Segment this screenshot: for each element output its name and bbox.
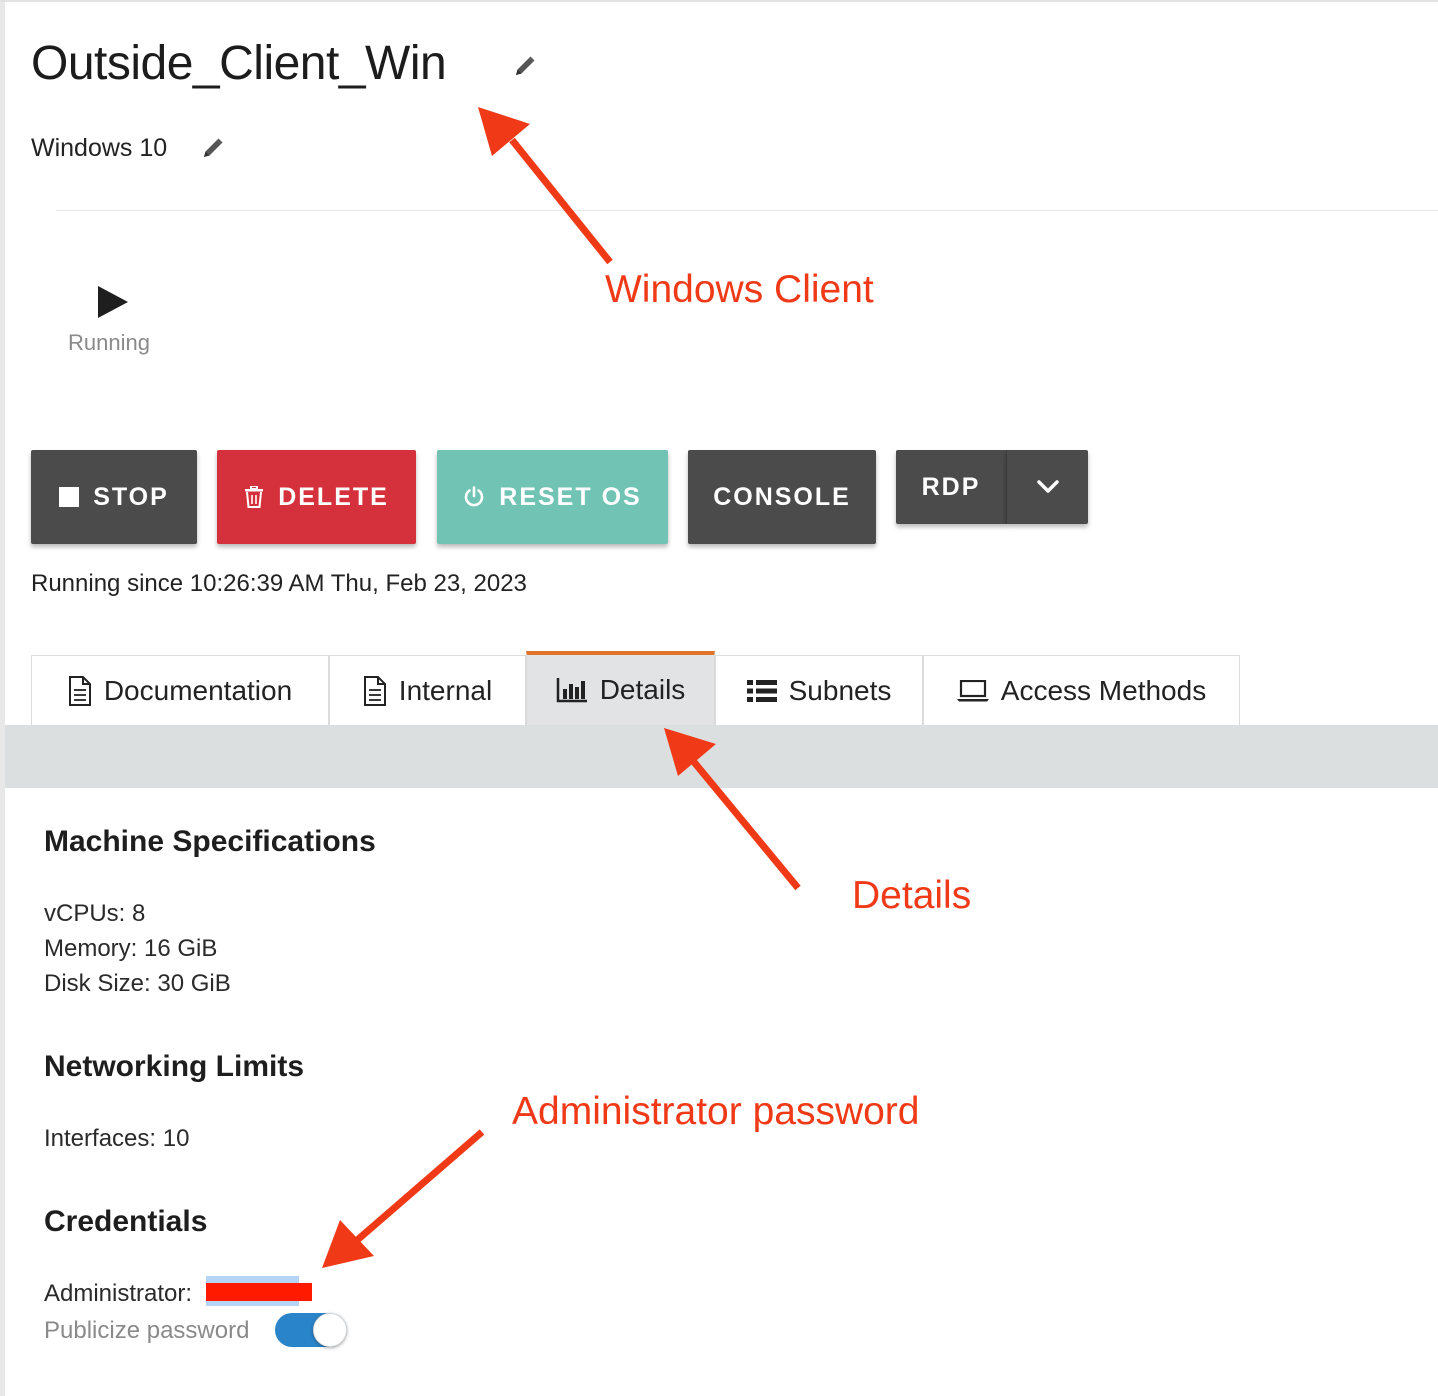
list-icon	[746, 679, 777, 703]
stop-square-icon	[59, 487, 80, 507]
running-since-text: Running since 10:26:39 AM Thu, Feb 23, 2…	[31, 570, 527, 597]
annotation-admin-password: Administrator password	[512, 1090, 920, 1133]
publicize-password-toggle[interactable]	[275, 1313, 349, 1349]
annotation-windows-client: Windows Client	[605, 268, 874, 311]
top-border	[0, 0, 1438, 2]
delete-label: DELETE	[278, 482, 389, 511]
rdp-button[interactable]: RDP	[896, 450, 1006, 524]
administrator-label: Administrator:	[44, 1280, 193, 1307]
stop-label: STOP	[93, 482, 169, 511]
tab-subnets-label: Subnets	[788, 674, 892, 706]
tab-documentation-label: Documentation	[103, 674, 293, 706]
document-icon	[363, 675, 387, 706]
edit-os-pencil-icon[interactable]	[201, 136, 225, 160]
credentials-heading: Credentials	[44, 1205, 208, 1238]
tab-details-label: Details	[599, 674, 686, 705]
reset-os-button[interactable]: RESET OS	[437, 450, 668, 544]
rdp-label: RDP	[921, 472, 981, 501]
toggle-knob	[313, 1313, 347, 1347]
play-icon	[97, 286, 129, 323]
trash-icon	[244, 486, 264, 508]
machine-name: Outside_Client_Win	[31, 37, 447, 90]
arrow-to-password	[322, 1129, 485, 1268]
interfaces-text: Interfaces: 10	[44, 1125, 190, 1152]
reset-os-label: RESET OS	[499, 482, 642, 511]
tab-details[interactable]: Details	[526, 651, 715, 725]
document-icon	[68, 675, 92, 706]
annotation-details: Details	[852, 874, 972, 917]
memory-text: Memory: 16 GiB	[44, 935, 218, 962]
tab-documentation[interactable]: Documentation	[31, 655, 329, 725]
tab-internal-label: Internal	[398, 674, 493, 706]
console-label: CONSOLE	[713, 482, 851, 511]
bar-chart-icon	[556, 677, 588, 703]
disk-size-text: Disk Size: 30 GiB	[44, 970, 231, 997]
chevron-down-icon	[1036, 480, 1059, 494]
vcpus-text: vCPUs: 8	[44, 900, 146, 927]
left-border	[0, 0, 5, 1396]
edit-name-pencil-icon[interactable]	[513, 54, 537, 78]
networking-limits-heading: Networking Limits	[44, 1050, 305, 1083]
tab-access-methods[interactable]: Access Methods	[923, 655, 1240, 725]
status-label: Running	[68, 330, 150, 355]
machine-specs-heading: Machine Specifications	[44, 825, 376, 858]
delete-button[interactable]: DELETE	[217, 450, 416, 544]
os-label: Windows 10	[31, 134, 168, 162]
tab-internal[interactable]: Internal	[329, 655, 526, 725]
header-divider	[56, 210, 1438, 211]
arrow-to-title	[478, 107, 613, 265]
console-button[interactable]: CONSOLE	[688, 450, 876, 544]
power-icon	[463, 486, 485, 508]
stop-button[interactable]: STOP	[31, 450, 197, 544]
laptop-icon	[956, 679, 989, 702]
password-redaction-bar	[206, 1283, 312, 1301]
tab-access-methods-label: Access Methods	[1000, 674, 1207, 706]
rdp-dropdown-button[interactable]	[1006, 450, 1088, 524]
publicize-password-label: Publicize password	[44, 1317, 250, 1344]
tab-subnets[interactable]: Subnets	[715, 655, 923, 725]
tab-content-header-band	[5, 725, 1438, 788]
